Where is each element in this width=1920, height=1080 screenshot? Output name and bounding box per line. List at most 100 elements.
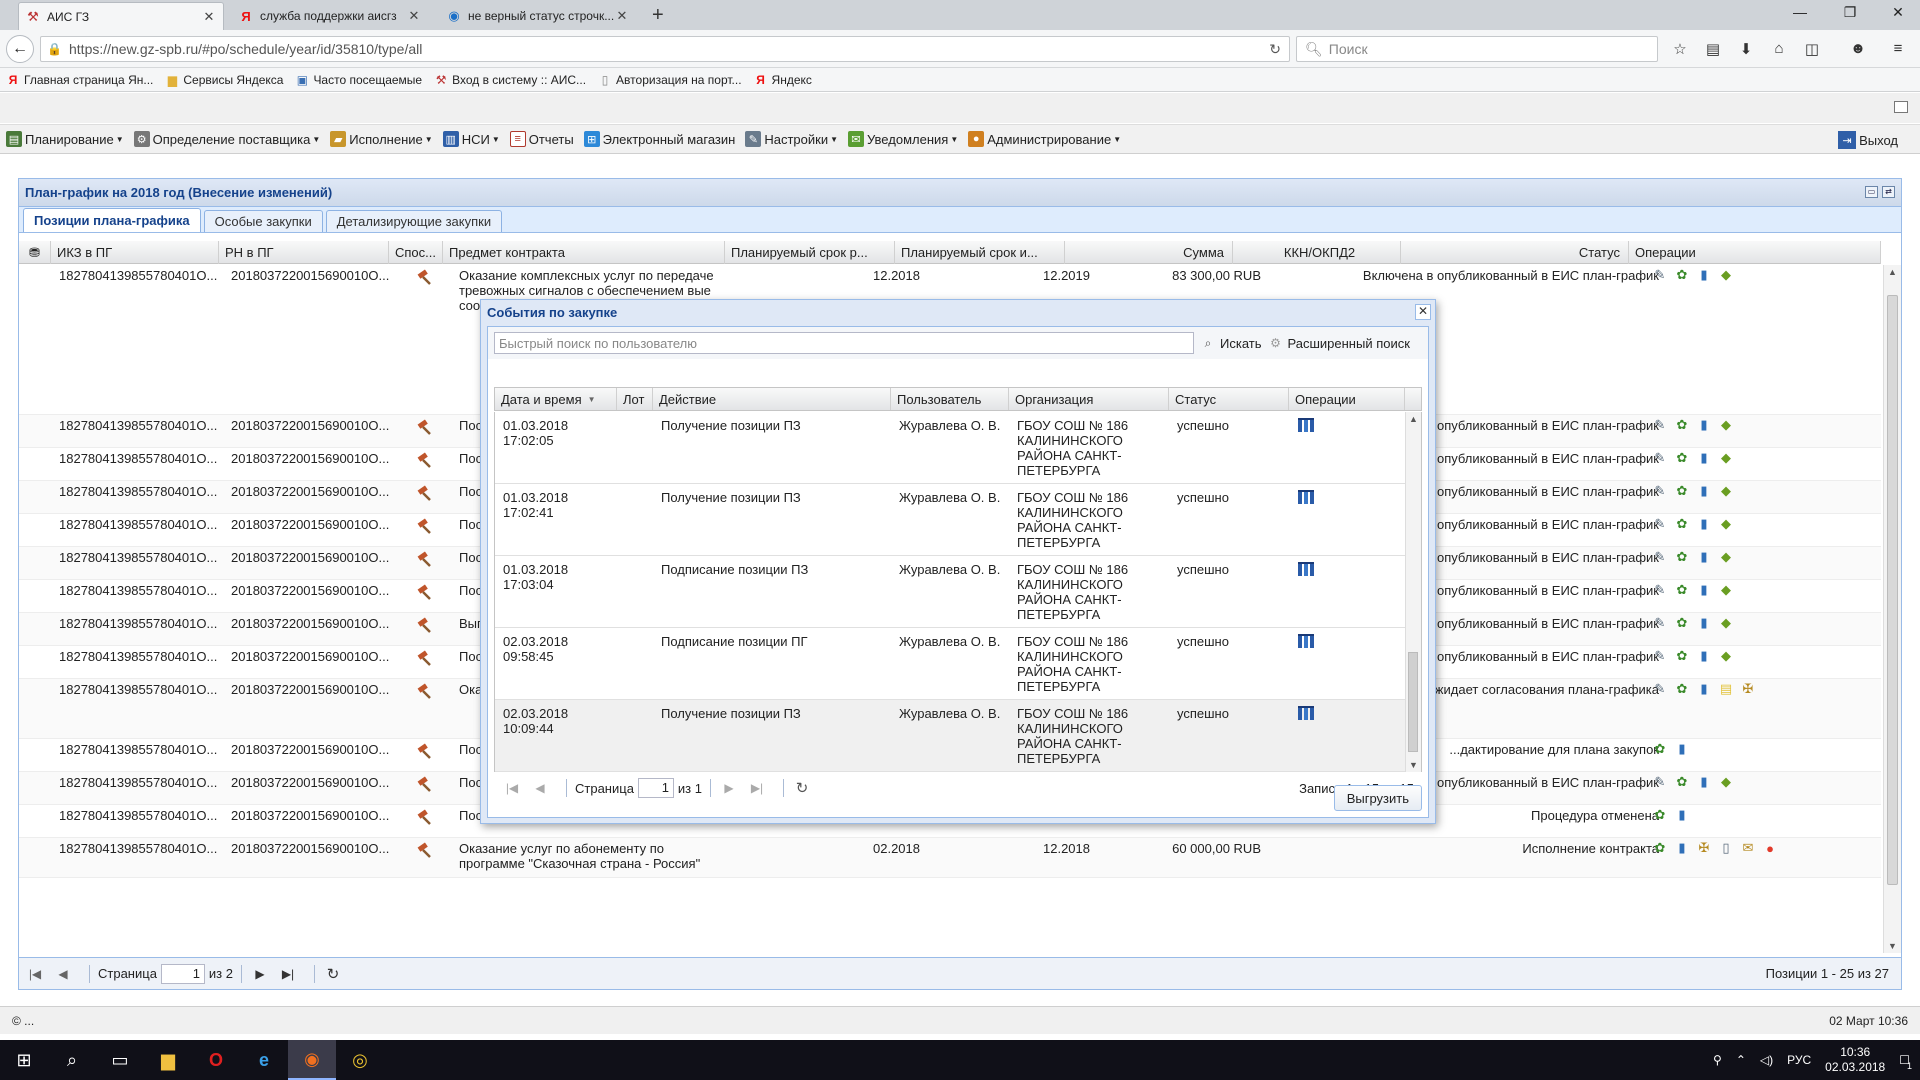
last-page-icon[interactable]: ▶| [278,967,298,981]
scroll-thumb[interactable] [1408,652,1418,752]
col-start[interactable]: Планируемый срок р... [725,241,895,264]
col-organization[interactable]: Организация [1009,388,1169,410]
event-row[interactable]: 02.03.2018 10:09:44 Получение позиции ПЗ Жу… [495,700,1405,772]
prev-page-icon[interactable]: ◀ [53,967,73,981]
cycle-icon[interactable]: ✿ [1651,740,1669,758]
advanced-search-button[interactable]: ⚙ Расширенный поиск [1268,335,1410,351]
cycle-icon[interactable]: ✿ [1673,266,1691,284]
chart-icon[interactable]: ▮ [1695,266,1713,284]
search-button[interactable]: ⌕ Искать [1200,335,1262,351]
pencil-icon[interactable]: ✎ [1651,680,1669,698]
browser-tab-support[interactable]: Я служба поддержки аисгз ✕ [232,2,428,30]
chrome-icon[interactable]: ◎ [336,1040,384,1080]
bookmark-yandex-services[interactable]: ▆ Сервисы Яндекса [165,73,284,87]
windows-start-icon[interactable]: ⊞ [0,1040,48,1080]
pocket-icon[interactable]: ◫ [1802,40,1822,58]
cycle-icon[interactable]: ✿ [1673,614,1691,632]
cycle-icon[interactable]: ✿ [1651,839,1669,857]
event-row[interactable]: 01.03.2018 17:02:05 Получение позиции ПЗ Жу… [495,412,1405,484]
keyboard-language[interactable]: РУС [1787,1053,1811,1067]
pencil-icon[interactable]: ✎ [1651,449,1669,467]
opera-icon[interactable]: O [192,1040,240,1080]
bookmark-portal-auth[interactable]: ▯ Авторизация на порт... [598,73,742,87]
browser-tab-status[interactable]: ◉ не верный статус строчк... ✕ [440,2,636,30]
back-button[interactable]: ← [6,35,34,63]
cycle-icon[interactable]: ✿ [1651,806,1669,824]
bookmark-ais-login[interactable]: ⚒ Вход в систему :: АИС... [434,73,586,87]
cycle-icon[interactable]: ✿ [1673,581,1691,599]
tag-icon[interactable]: ◆ [1717,416,1735,434]
page-number-input[interactable]: 1 [160,963,205,984]
pencil-icon[interactable]: ✎ [1651,482,1669,500]
tab-detailing-purchases[interactable]: Детализирующие закупки [325,210,503,232]
task-view-icon[interactable]: ▭ [96,1040,144,1080]
chart-icon[interactable]: ▮ [1673,740,1691,758]
chart-icon[interactable]: ▮ [1673,806,1691,824]
notification-center-icon[interactable]: ☐ 1 [1899,1053,1912,1071]
chart-icon[interactable]: ▮ [1695,416,1713,434]
col-status[interactable]: Статус [1401,241,1629,264]
pencil-icon[interactable]: ✎ [1651,266,1669,284]
first-page-icon[interactable]: |◀ [25,967,45,981]
tag-icon[interactable]: ◆ [1717,515,1735,533]
col-operations[interactable]: Операции [1289,388,1405,410]
tab-special-purchases[interactable]: Особые закупки [203,210,323,232]
tag-icon[interactable]: ◆ [1717,548,1735,566]
cycle-icon[interactable]: ✿ [1673,647,1691,665]
pencil-icon[interactable]: ✎ [1651,773,1669,791]
col-sum[interactable]: Сумма [1065,241,1233,264]
menu-planning[interactable]: ▤ Планирование ▼ [6,131,124,147]
col-ikz[interactable]: ИКЗ в ПГ [51,241,219,264]
view-details-icon[interactable] [1297,560,1315,581]
browser-search-input[interactable]: 🔍︎ Поиск [1296,36,1658,62]
pencil-icon[interactable]: ✎ [1651,548,1669,566]
col-status[interactable]: Статус [1169,388,1289,410]
people-icon[interactable]: ⚲ [1713,1053,1722,1067]
scroll-up-icon[interactable]: ▲ [1888,267,1897,277]
home-icon[interactable]: ⌂ [1769,40,1789,57]
cycle-icon[interactable]: ✿ [1673,515,1691,533]
tag-icon[interactable]: ◆ [1717,266,1735,284]
stamp-icon[interactable]: ✉ [1739,839,1757,857]
scroll-up-icon[interactable]: ▲ [1409,414,1418,424]
pencil-icon[interactable]: ✎ [1651,416,1669,434]
event-row[interactable]: 01.03.2018 17:03:04 Подписание позиции ПЗ Ж… [495,556,1405,628]
col-end[interactable]: Планируемый срок и... [895,241,1065,264]
tab-schedule-positions[interactable]: Позиции плана-графика [23,208,201,232]
close-icon[interactable]: ✕ [406,8,422,24]
refresh-icon[interactable]: ↻ [323,965,343,983]
chart-icon[interactable]: ▮ [1695,647,1713,665]
cycle-icon[interactable]: ✿ [1673,548,1691,566]
pencil-icon[interactable]: ✎ [1651,515,1669,533]
first-page-icon[interactable]: |◀ [502,781,522,795]
close-icon[interactable]: ✕ [201,9,217,25]
new-tab-button[interactable]: + [652,4,664,27]
view-details-icon[interactable] [1297,632,1315,653]
document-icon[interactable]: ▯ [1717,839,1735,857]
hamburger-menu-icon[interactable]: ≡ [1888,40,1908,57]
browser-tab-ais[interactable]: ⚒ АИС ГЗ ✕ [18,2,224,30]
bookmark-star-icon[interactable]: ☆ [1670,40,1690,58]
col-method[interactable]: Спос... [389,241,443,264]
restore-window-icon[interactable] [1894,101,1908,113]
col-okpd[interactable]: ККН/ОКПД2 [1233,241,1401,264]
stop-icon[interactable]: ● [1761,839,1779,857]
tag-icon[interactable]: ◆ [1717,581,1735,599]
cycle-icon[interactable]: ✿ [1673,482,1691,500]
close-icon[interactable]: ✕ [614,8,630,24]
col-datetime[interactable]: Дата и время ▼ [495,388,617,410]
view-details-icon[interactable] [1297,416,1315,437]
pencil-icon[interactable]: ✎ [1651,581,1669,599]
window-close-icon[interactable]: ✕ [1888,4,1908,21]
collapse-icon[interactable]: ▭ [1865,186,1878,198]
col-subject[interactable]: Предмет контракта [443,241,725,264]
menu-nsi[interactable]: ▥ НСИ ▼ [442,131,500,147]
tag-icon[interactable]: ◆ [1717,647,1735,665]
bookmark-yandex[interactable]: Я Яндекс [754,73,812,87]
refresh-panel-icon[interactable]: ⇄ [1882,186,1895,198]
bookmark-frequent[interactable]: ▣ Часто посещаемые [295,73,422,87]
tag-icon[interactable]: ◆ [1717,449,1735,467]
col-operations[interactable]: Операции [1629,241,1881,264]
scroll-down-icon[interactable]: ▼ [1409,760,1418,770]
chart-icon[interactable]: ▮ [1695,548,1713,566]
